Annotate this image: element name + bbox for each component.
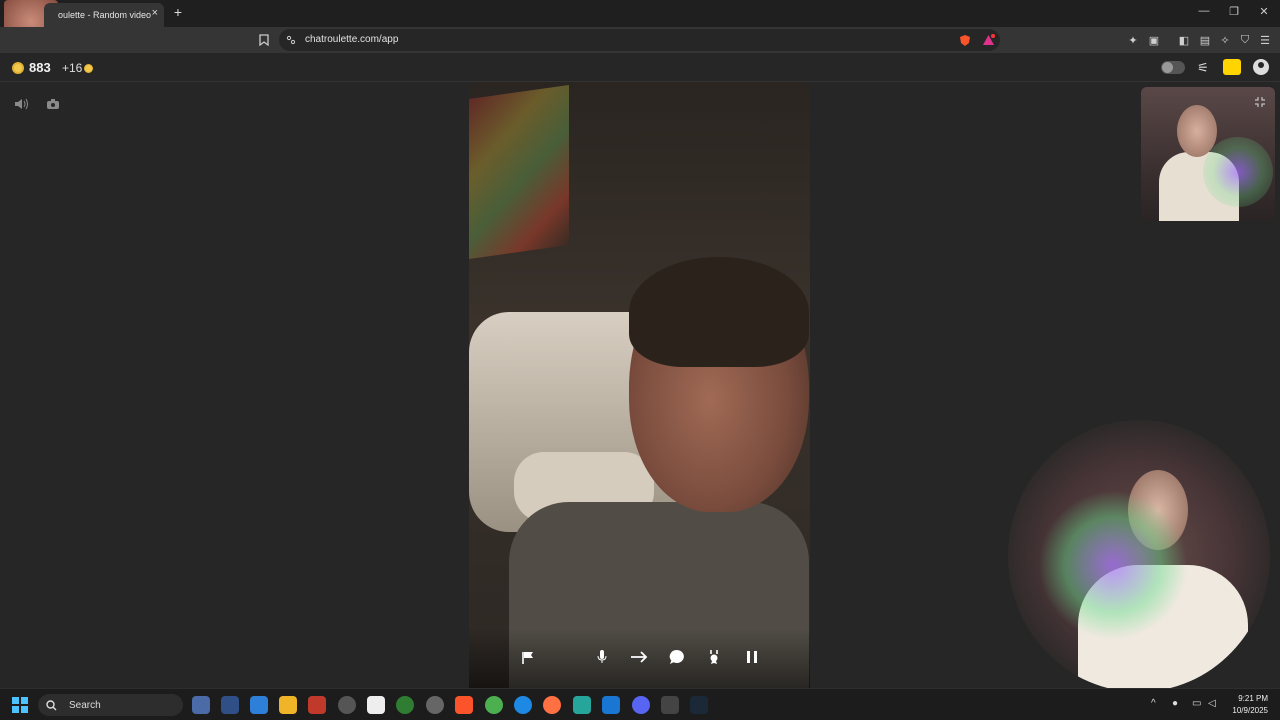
self-video-preview: [1141, 87, 1275, 221]
capcut-icon[interactable]: [367, 696, 385, 714]
wallet-icon[interactable]: ▤: [1197, 32, 1213, 48]
new-tab-button[interactable]: +: [170, 4, 186, 20]
obs-icon[interactable]: [426, 696, 444, 714]
screen: X4 oulette - Random video × + — ❐ ✕ chat…: [0, 0, 1280, 720]
report-flag-icon[interactable]: [517, 646, 539, 668]
edge-icon[interactable]: [514, 696, 532, 714]
browser-tab[interactable]: oulette - Random video ×: [44, 3, 164, 27]
steam-icon[interactable]: [690, 696, 708, 714]
taskbar-app-6-icon[interactable]: [338, 696, 356, 714]
firefox-icon[interactable]: [543, 696, 561, 714]
facecam-glow: [1038, 490, 1188, 640]
taskbar-app-17-icon[interactable]: [661, 696, 679, 714]
video-person-hair: [629, 257, 809, 367]
microphone-icon[interactable]: [591, 646, 613, 668]
address-bar[interactable]: chatroulette.com/app: [279, 29, 1000, 51]
award-icon[interactable]: [703, 646, 725, 668]
self-glow: [1203, 137, 1273, 207]
video-painting: [469, 84, 569, 260]
taskbar-app-1-icon[interactable]: [192, 696, 210, 714]
chat-icon[interactable]: [1223, 59, 1241, 75]
tray-volume-icon[interactable]: ◁: [1208, 698, 1216, 709]
search-icon: [46, 699, 57, 710]
coin-bonus: +16: [62, 61, 83, 75]
menu-icon[interactable]: ☰: [1257, 32, 1273, 48]
coin-icon: [12, 62, 24, 74]
next-partner-icon[interactable]: [628, 646, 650, 668]
leo-ai-icon[interactable]: ✧: [1217, 32, 1233, 48]
brave-browser-icon[interactable]: [455, 696, 473, 714]
tab-title: oulette - Random video: [58, 10, 152, 20]
pause-icon[interactable]: [741, 646, 763, 668]
partner-video: [469, 82, 810, 688]
tray-expand-icon[interactable]: ^: [1151, 698, 1156, 709]
minimize-button[interactable]: —: [1194, 5, 1214, 17]
profile-icon[interactable]: [1253, 59, 1269, 75]
brave-shield-icon[interactable]: [957, 32, 973, 48]
tab-manager-icon[interactable]: ▣: [1146, 32, 1162, 48]
browser-titlebar: X4 oulette - Random video × + — ❐ ✕: [0, 0, 1280, 54]
site-settings-icon[interactable]: [283, 32, 299, 48]
tray-mic-icon[interactable]: ●: [1172, 698, 1178, 709]
taskbar-app-3-icon[interactable]: [250, 696, 268, 714]
taskbar-clock[interactable]: 9:21 PM 10/9/2025: [1232, 693, 1268, 717]
windows-taskbar: Search ^ ● ▭ ◁ 9:21 PM 10/9/2025: [0, 688, 1280, 720]
camera-switch-icon[interactable]: [45, 96, 61, 112]
clock-date: 10/9/2025: [1232, 706, 1268, 715]
toggle-switch[interactable]: [1161, 61, 1185, 74]
taskbar-app-14-icon[interactable]: [573, 696, 591, 714]
vscode-icon[interactable]: [602, 696, 620, 714]
collapse-icon[interactable]: [1251, 93, 1269, 111]
coin-small-icon: [84, 64, 93, 73]
extensions-icon[interactable]: ✦: [1125, 32, 1141, 48]
taskbar-app-8-icon[interactable]: [396, 696, 414, 714]
tray-network-icon[interactable]: ▭: [1192, 698, 1201, 709]
chat-bubble-icon[interactable]: [666, 646, 688, 668]
taskbar-app-5-icon[interactable]: [308, 696, 326, 714]
sidebar-icon[interactable]: ◧: [1176, 32, 1192, 48]
tab-close-icon[interactable]: ×: [152, 7, 158, 19]
brave-rewards-icon[interactable]: [980, 32, 996, 48]
app-header: 883 +16 ⚟: [0, 53, 1280, 82]
streamer-facecam: [1008, 420, 1270, 692]
taskbar-search[interactable]: Search: [38, 694, 183, 716]
speaker-icon[interactable]: [13, 96, 29, 112]
vpn-icon[interactable]: ⛉: [1237, 32, 1253, 48]
clock-time: 9:21 PM: [1238, 694, 1268, 703]
windows-start-icon[interactable]: [12, 697, 28, 713]
discord-icon[interactable]: [632, 696, 650, 714]
bookmark-icon[interactable]: [256, 32, 272, 48]
chrome-icon[interactable]: [485, 696, 503, 714]
filters-icon[interactable]: ⚟: [1195, 60, 1211, 76]
url-text: chatroulette.com/app: [305, 34, 399, 45]
video-controls: [469, 628, 810, 688]
browser-toolbar: chatroulette.com/app ✦ ▣ ◧ ▤ ✧ ⛉ ☰: [0, 27, 1280, 53]
file-explorer-icon[interactable]: [279, 696, 297, 714]
coin-balance: 883: [29, 60, 51, 75]
taskbar-app-2-icon[interactable]: [221, 696, 239, 714]
window-close-button[interactable]: ✕: [1254, 5, 1274, 18]
restore-button[interactable]: ❐: [1224, 5, 1244, 18]
search-label: Search: [69, 699, 101, 711]
